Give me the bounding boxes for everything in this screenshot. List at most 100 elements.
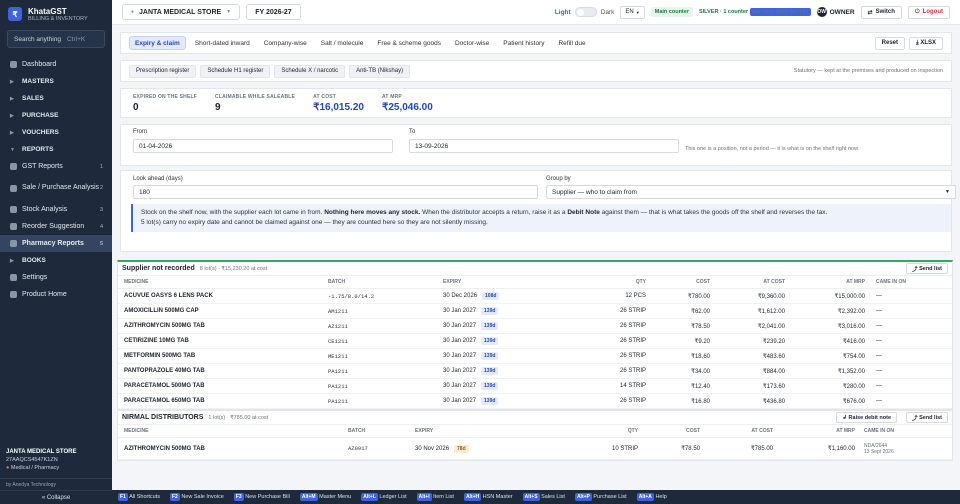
sidebar-item-reorder-suggestion[interactable]: Reorder Suggestion 4	[0, 218, 112, 235]
sidebar-search-input[interactable]: Search anything Ctrl+K	[7, 30, 105, 48]
shop-gstin: 27AAQCS4547K1ZN	[6, 457, 58, 463]
group-supplier-not-recorded: Supplier not recorded 8 lot(s) · ₹15,230…	[117, 260, 953, 410]
shortcut-f1[interactable]: F1 All Shortcuts	[118, 493, 160, 501]
groupby-select[interactable]: Supplier — who to claim from ▼	[546, 185, 956, 199]
to-date-input[interactable]: 13-09-2026	[409, 139, 679, 153]
switch-button[interactable]: ⇄ Switch	[860, 5, 902, 19]
shortcut-alt-h[interactable]: Alt+H HSN Master	[463, 493, 513, 501]
shortcut-alt-m[interactable]: Alt+M Master Menu	[299, 493, 351, 501]
search-placeholder: Search anything	[14, 35, 61, 43]
language-select[interactable]: EN ▼	[620, 5, 645, 19]
from-date-input[interactable]: 01-04-2026	[133, 139, 393, 153]
owner-menu[interactable]: OW OWNER	[816, 7, 855, 17]
tab-salt-molecule[interactable]: Salt / molecule	[316, 36, 369, 50]
store-selector[interactable]: ● JANTA MEDICAL STORE ▼	[122, 4, 241, 20]
shortcut-footer: F1 All Shortcuts F2 New Sale Invoice F3 Ne…	[112, 490, 960, 504]
cell-qty: 10 STRIP	[611, 445, 638, 452]
table-row[interactable]: CETIRIZINE 10MG TAB CE1211 30 Jan 2027 139d…	[118, 334, 952, 349]
debit-note-icon: ↲	[842, 414, 848, 421]
column-header-qty: QTY	[627, 428, 638, 434]
tab-patient-history[interactable]: Patient history	[498, 36, 549, 50]
table-row[interactable]: METFORMIN 500MG TAB ME1211 30 Jan 2027 139d…	[118, 349, 952, 364]
collapse-button[interactable]: « Collapse	[0, 490, 112, 504]
table-row[interactable]: AMOXICILLIN 500MG CAP AM1211 30 Jan 2027 13…	[118, 304, 952, 319]
fy-selector[interactable]: FY 2026-27	[246, 4, 301, 20]
send-list-button[interactable]: ⤴ Send list	[906, 263, 948, 274]
debit-label: Raise debit note	[848, 414, 892, 421]
send-label: Send list	[919, 265, 942, 272]
theme-switch[interactable]: Light Dark	[555, 7, 615, 17]
table-row[interactable]: AZITHROMYCIN 500MG TAB AZ0917 30 Nov 2026 7…	[118, 438, 952, 460]
cell-batch: CE1211	[328, 337, 348, 345]
reset-button[interactable]: Reset	[874, 36, 905, 50]
shortcut-alt-i[interactable]: Alt+I Item List	[416, 493, 454, 501]
sidebar-item-sale-purchase-analysis[interactable]: Sale / Purchase Analysis 2	[0, 175, 112, 201]
sidebar-item-sales[interactable]: ▶ SALES	[0, 90, 112, 107]
cell-at-cost: ₹785.00	[750, 446, 773, 452]
tab-doctor-wise[interactable]: Doctor-wise	[450, 36, 494, 50]
sidebar-item-masters[interactable]: ▶ MASTERS	[0, 73, 112, 90]
register-tabs: Prescription register Schedule H1 registe…	[120, 60, 952, 82]
cell-medicine: METFORMIN 500MG TAB	[124, 353, 196, 359]
shortcut-label: Item List	[433, 494, 454, 500]
tab-free-scheme-goods[interactable]: Free & scheme goods	[372, 36, 446, 50]
sidebar-item-label: MASTERS	[22, 78, 54, 85]
theme-dark-label: Dark	[600, 8, 615, 16]
chevron-right-icon: ▶	[10, 78, 14, 85]
cell-cost: ₹78.50	[681, 446, 700, 452]
tab-short-dated-inward[interactable]: Short-dated inward	[190, 36, 255, 50]
cell-expiry: 30 Jan 2027 139d	[443, 304, 499, 318]
send-list-button[interactable]: ⤴ Send list	[906, 412, 948, 423]
shortcut-f3[interactable]: F3 New Purchase Bill	[233, 493, 290, 501]
register-tab-anti-tb-nikshay-[interactable]: Anti-TB (Nikshay)	[349, 64, 411, 78]
shortcut-f2[interactable]: F2 New Sale Invoice	[169, 493, 224, 501]
days-left-badge: 78d	[454, 444, 469, 453]
table-row[interactable]: PARACETAMOL 650MG TAB PA1211 30 Jan 2027 13…	[118, 394, 952, 409]
sidebar-item-gst-reports[interactable]: GST Reports 1	[0, 158, 112, 175]
sidebar-item-purchase[interactable]: ▶ PURCHASE	[0, 107, 112, 124]
cell-cost: ₹16.80	[691, 398, 710, 405]
cell-came-in-on: —	[876, 308, 882, 314]
cell-at-cost: ₹239.20	[762, 338, 785, 345]
stat-card: AT COST ₹16,015.20	[313, 94, 364, 113]
shortcut-label: Sales List	[541, 494, 565, 500]
shortcut-alt-s[interactable]: Alt+S Sales List	[522, 493, 565, 501]
stat-label: EXPIRED ON THE SHELF	[133, 94, 198, 100]
cell-at-mrp: ₹1,352.00	[837, 368, 865, 375]
raise-debit-note-button[interactable]: ↲ Raise debit note	[836, 412, 898, 423]
table-row[interactable]: AZITHROMYCIN 500MG TAB AZ1211 30 Jan 2027 1…	[118, 319, 952, 334]
logout-button[interactable]: ⏻ Logout	[907, 5, 950, 19]
sidebar-item-stock-analysis[interactable]: Stock Analysis 3	[0, 201, 112, 218]
sidebar-item-dashboard[interactable]: Dashboard	[0, 56, 112, 73]
theme-toggle[interactable]	[574, 7, 597, 17]
sidebar-item-vouchers[interactable]: ▶ VOUCHERS	[0, 124, 112, 141]
register-tab-schedule-h1-register[interactable]: Schedule H1 register	[200, 64, 271, 78]
tab-expiry-claim[interactable]: Expiry & claim	[129, 36, 186, 50]
counter-badge: Main counter	[650, 7, 693, 17]
from-label: From	[133, 129, 147, 135]
table-row[interactable]: PARACETAMOL 500MG TAB PA1211 30 Jan 2027 13…	[118, 379, 952, 394]
shortcut-alt-l[interactable]: Alt+L Ledger List	[361, 493, 407, 501]
shortcut-alt-p[interactable]: Alt+P Purchase List	[574, 493, 627, 501]
table-row[interactable]: PANTOPRAZOLE 40MG TAB PA1211 30 Jan 2027 13…	[118, 364, 952, 379]
column-header-at-mrp: AT MRP	[846, 279, 865, 285]
shop-info: JANTA MEDICAL STORE 27AAQCS4547K1ZN ● Me…	[0, 448, 112, 478]
table-row[interactable]: ACUVUE OASYS 6 LENS PACK -1.75/8.0/14.2 30…	[118, 289, 952, 304]
tab-company-wise[interactable]: Company-wise	[259, 36, 312, 50]
license-plan: SILVER · 1 counter	[698, 9, 749, 15]
cell-batch: -1.75/8.0/14.2	[328, 292, 375, 300]
register-tab-schedule-x-narcotic[interactable]: Schedule X / narcotic	[274, 64, 346, 78]
lookahead-input[interactable]: 180	[133, 185, 538, 199]
shortcut-alt-a[interactable]: Alt+A Help	[636, 493, 667, 501]
sidebar-item-reports[interactable]: ▼ REPORTS	[0, 141, 112, 158]
cell-came-in-on: —	[876, 338, 882, 344]
register-tab-prescription-register[interactable]: Prescription register	[129, 64, 197, 78]
sidebar-item-pharmacy-reports[interactable]: Pharmacy Reports 5	[0, 235, 112, 252]
xlsx-button[interactable]: ⤓ XLSX	[909, 36, 943, 50]
sidebar-item-settings[interactable]: Settings	[0, 269, 112, 286]
tab-refill-due[interactable]: Refill due	[553, 36, 590, 50]
sidebar-item-books[interactable]: ▶ BOOKS	[0, 252, 112, 269]
brand[interactable]: ₹ KhataGST BILLING & INVENTORY	[0, 0, 112, 28]
shortcut-key: F1	[118, 493, 128, 501]
sidebar-item-product-home[interactable]: Product Home	[0, 286, 112, 303]
